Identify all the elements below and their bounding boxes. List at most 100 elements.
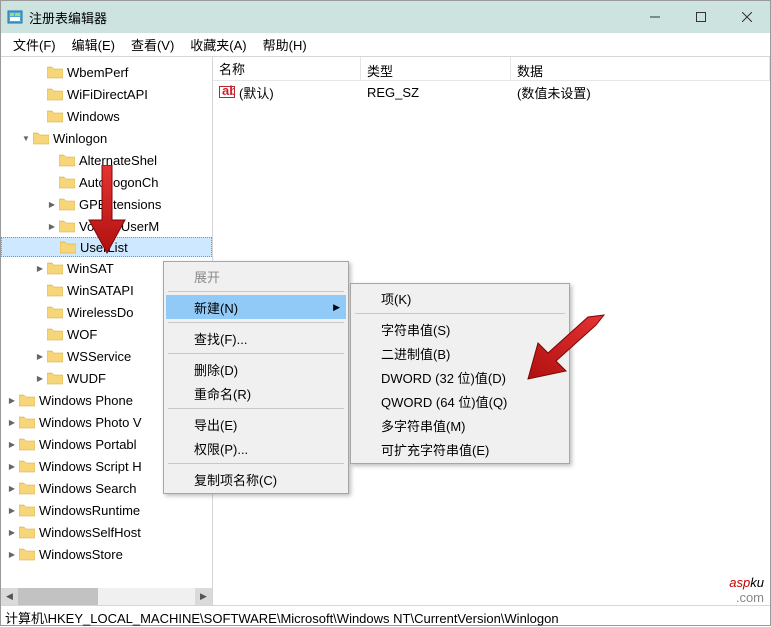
menu-export[interactable]: 导出(E) <box>166 412 346 436</box>
tree-item-label: Windows Portabl <box>39 437 137 452</box>
expand-toggle[interactable] <box>5 394 19 406</box>
tree-item-label: UserList <box>80 240 128 255</box>
submenu-multistring[interactable]: 多字符串值(M) <box>353 413 567 437</box>
scroll-thumb[interactable] <box>18 588 98 605</box>
tree-item[interactable]: WindowsStore <box>1 543 212 565</box>
submenu-binary[interactable]: 二进制值(B) <box>353 341 567 365</box>
menu-permissions[interactable]: 权限(P)... <box>166 436 346 460</box>
menu-separator <box>168 408 344 409</box>
tree-item[interactable]: UserList <box>1 237 212 257</box>
menu-new[interactable]: 新建(N) ▶ <box>166 295 346 319</box>
title-bar: 注册表编辑器 <box>1 1 770 33</box>
folder-icon <box>47 349 63 363</box>
menu-rename[interactable]: 重命名(R) <box>166 381 346 405</box>
folder-icon <box>19 415 35 429</box>
value-type: REG_SZ <box>361 85 511 100</box>
menu-file[interactable]: 文件(F) <box>5 33 64 56</box>
status-bar: 计算机\HKEY_LOCAL_MACHINE\SOFTWARE\Microsof… <box>1 605 770 627</box>
expand-toggle[interactable] <box>5 504 19 516</box>
expand-toggle[interactable] <box>5 460 19 472</box>
column-data[interactable]: 数据 <box>511 57 770 80</box>
folder-icon <box>19 503 35 517</box>
tree-item[interactable]: Windows <box>1 105 212 127</box>
tree-item[interactable]: GPExtensions <box>1 193 212 215</box>
tree-item[interactable]: Winlogon <box>1 127 212 149</box>
expand-toggle[interactable] <box>33 262 47 274</box>
column-type[interactable]: 类型 <box>361 57 511 80</box>
menu-separator <box>168 353 344 354</box>
menu-help[interactable]: 帮助(H) <box>255 33 315 56</box>
tree-hscrollbar[interactable]: ◀ ▶ <box>1 588 212 605</box>
expand-toggle[interactable] <box>5 482 19 494</box>
folder-icon <box>47 327 63 341</box>
submenu-dword[interactable]: DWORD (32 位)值(D) <box>353 365 567 389</box>
submenu-qword[interactable]: QWORD (64 位)值(Q) <box>353 389 567 413</box>
tree-item[interactable]: WiFiDirectAPI <box>1 83 212 105</box>
menu-separator <box>355 313 565 314</box>
watermark-asp: asp <box>729 575 750 590</box>
menu-view[interactable]: 查看(V) <box>123 33 182 56</box>
tree-item-label: Windows Phone <box>39 393 133 408</box>
tree-item-label: WOF <box>67 327 97 342</box>
menu-delete[interactable]: 删除(D) <box>166 357 346 381</box>
menu-separator <box>168 322 344 323</box>
folder-icon <box>47 87 63 101</box>
tree-item[interactable]: WindowsSelfHost <box>1 521 212 543</box>
menu-edit[interactable]: 编辑(E) <box>64 33 123 56</box>
folder-icon <box>59 197 75 211</box>
tree-item[interactable]: WindowsRuntime <box>1 499 212 521</box>
tree-item-label: GPExtensions <box>79 197 161 212</box>
menu-favorites[interactable]: 收藏夹(A) <box>182 33 254 56</box>
expand-toggle[interactable] <box>19 132 33 144</box>
minimize-button[interactable] <box>632 1 678 33</box>
folder-icon <box>47 65 63 79</box>
menu-find[interactable]: 查找(F)... <box>166 326 346 350</box>
tree-item-label: WUDF <box>67 371 106 386</box>
regedit-icon <box>7 9 23 25</box>
tree-item[interactable]: AutoLogonCh <box>1 171 212 193</box>
folder-icon <box>59 153 75 167</box>
tree-item[interactable]: WbemPerf <box>1 61 212 83</box>
folder-icon <box>19 437 35 451</box>
tree-item-label: WirelessDo <box>67 305 133 320</box>
submenu-key[interactable]: 项(K) <box>353 286 567 310</box>
scroll-right-icon[interactable]: ▶ <box>195 588 212 605</box>
column-name[interactable]: 名称 <box>213 57 361 80</box>
maximize-button[interactable] <box>678 1 724 33</box>
close-button[interactable] <box>724 1 770 33</box>
string-value-icon: ab <box>219 84 235 100</box>
scroll-left-icon[interactable]: ◀ <box>1 588 18 605</box>
expand-toggle[interactable] <box>5 438 19 450</box>
tree-item[interactable]: VolatileUserM <box>1 215 212 237</box>
tree-item-label: WiFiDirectAPI <box>67 87 148 102</box>
folder-icon <box>47 371 63 385</box>
tree-item-label: Windows Script H <box>39 459 142 474</box>
tree-item-label: WinSATAPI <box>67 283 134 298</box>
folder-icon <box>19 525 35 539</box>
tree-item-label: WindowsRuntime <box>39 503 140 518</box>
context-menu: 展开 新建(N) ▶ 查找(F)... 删除(D) 重命名(R) 导出(E) 权… <box>163 261 349 494</box>
menu-copy-key-name[interactable]: 复制项名称(C) <box>166 467 346 491</box>
expand-toggle[interactable] <box>45 198 59 210</box>
folder-icon <box>59 175 75 189</box>
submenu-string[interactable]: 字符串值(S) <box>353 317 567 341</box>
expand-toggle[interactable] <box>45 220 59 232</box>
submenu-arrow-icon: ▶ <box>333 302 340 313</box>
expand-toggle[interactable] <box>5 526 19 538</box>
tree-item-label: Winlogon <box>53 131 107 146</box>
menu-separator <box>168 463 344 464</box>
submenu-expandable[interactable]: 可扩充字符串值(E) <box>353 437 567 461</box>
menu-separator <box>168 291 344 292</box>
tree-item-label: Windows Search <box>39 481 137 496</box>
expand-toggle[interactable] <box>33 372 47 384</box>
expand-toggle[interactable] <box>33 350 47 362</box>
expand-toggle[interactable] <box>5 548 19 560</box>
folder-icon <box>59 219 75 233</box>
tree-item-label: WinSAT <box>67 261 114 276</box>
tree-item[interactable]: AlternateShel <box>1 149 212 171</box>
expand-toggle[interactable] <box>5 416 19 428</box>
menu-bar: 文件(F) 编辑(E) 查看(V) 收藏夹(A) 帮助(H) <box>1 33 770 57</box>
list-item[interactable]: ab (默认) REG_SZ (数值未设置) <box>213 81 770 103</box>
list-header: 名称 类型 数据 <box>213 57 770 81</box>
tree-item-label: WbemPerf <box>67 65 128 80</box>
